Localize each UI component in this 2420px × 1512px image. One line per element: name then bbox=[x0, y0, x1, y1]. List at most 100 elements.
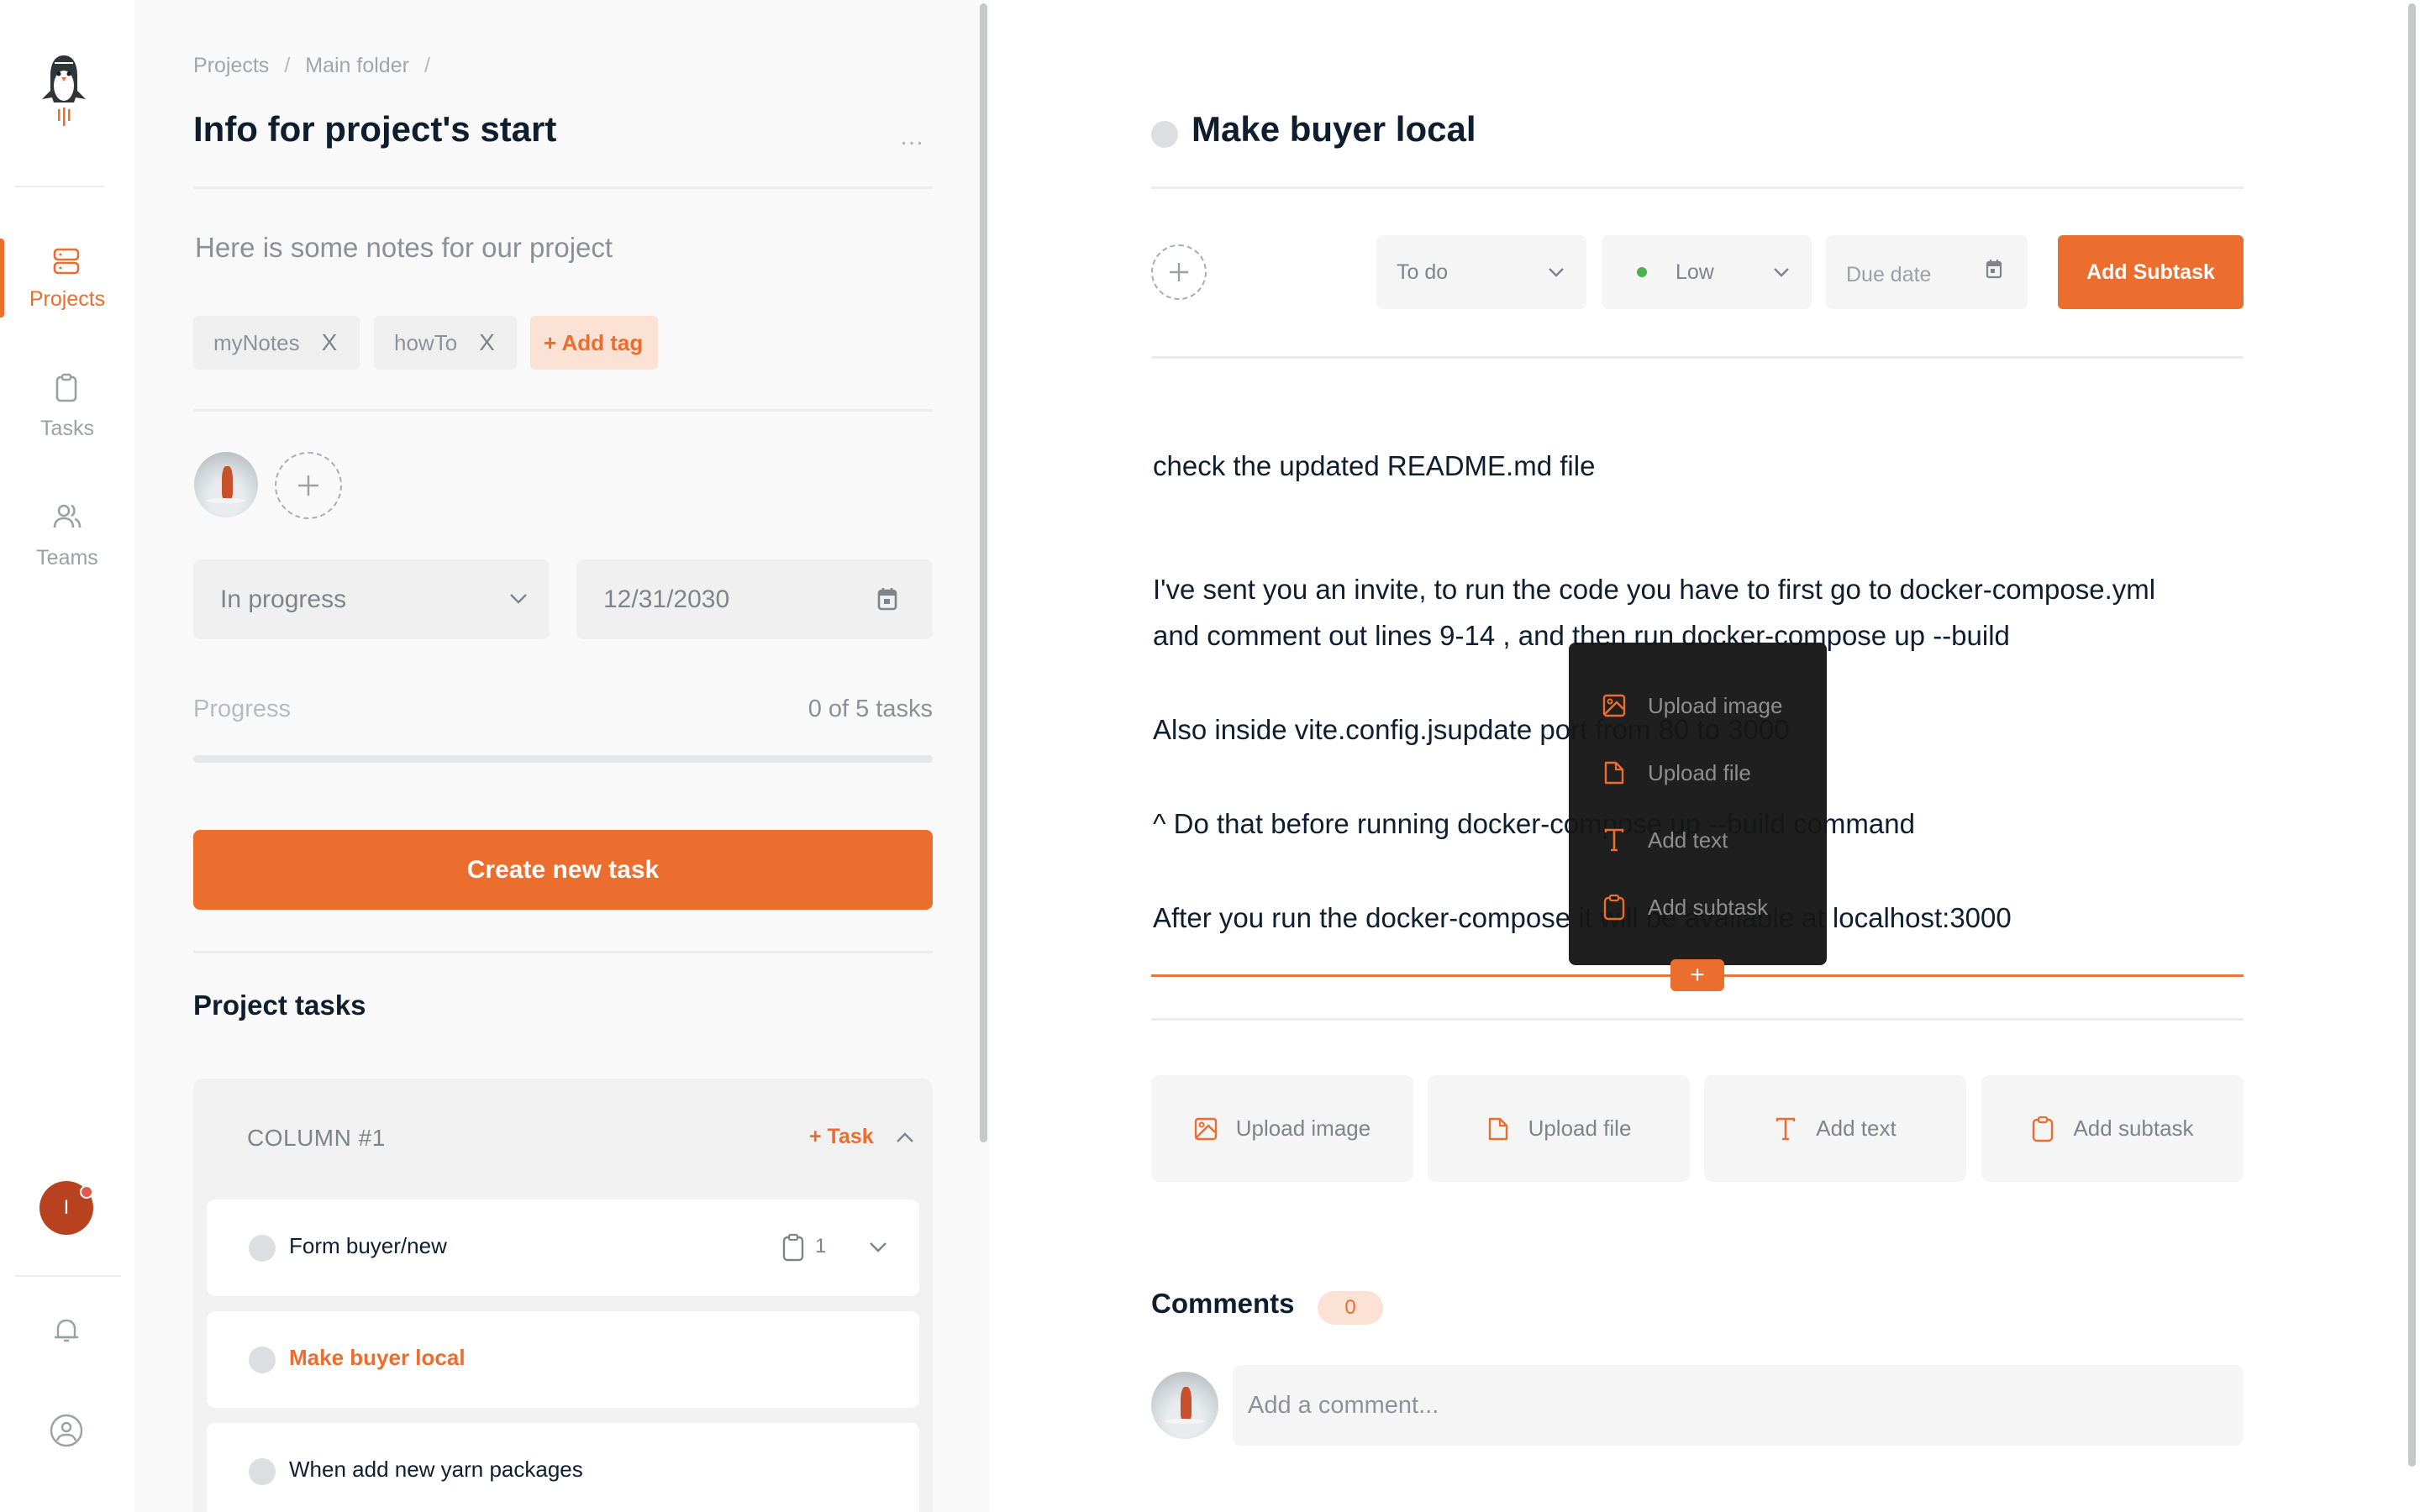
progress-count: 0 of 5 tasks bbox=[808, 696, 933, 722]
breadcrumb-separator: / bbox=[424, 54, 430, 77]
subtask-count: 1 bbox=[815, 1235, 827, 1257]
tag-howto: howTo X bbox=[374, 316, 517, 370]
divider bbox=[1151, 356, 2244, 359]
chevron-down-icon[interactable] bbox=[869, 1242, 887, 1253]
task-status-dot[interactable] bbox=[249, 1235, 276, 1262]
plus-icon bbox=[298, 475, 318, 496]
add-subtask-button[interactable]: Add Subtask bbox=[2058, 235, 2244, 309]
sidebar-item-teams[interactable]: Teams bbox=[0, 499, 134, 580]
divider bbox=[1151, 1018, 2244, 1021]
comments-heading: Comments bbox=[1151, 1288, 1295, 1319]
progress-label: Progress bbox=[193, 696, 292, 722]
project-title: Info for project's start bbox=[193, 109, 557, 149]
tag-label: howTo bbox=[394, 329, 458, 355]
more-options-button[interactable]: … bbox=[899, 123, 925, 151]
upload-image-button[interactable]: Upload image bbox=[1151, 1075, 1413, 1182]
task-status-dot[interactable] bbox=[249, 1458, 276, 1485]
file-icon bbox=[1488, 1117, 1507, 1140]
menu-item-add-subtask[interactable]: Add subtask bbox=[1602, 886, 1768, 928]
menu-item-label: Add text bbox=[1648, 827, 1728, 853]
text-icon bbox=[1776, 1117, 1796, 1140]
image-icon bbox=[1194, 1117, 1217, 1140]
status-value: In progress bbox=[220, 585, 347, 613]
user-initial: I bbox=[63, 1196, 70, 1219]
task-name: Make buyer local bbox=[289, 1345, 466, 1370]
column-title: COLUMN #1 bbox=[247, 1125, 386, 1151]
task-panel-scrollbar[interactable] bbox=[2408, 3, 2416, 1467]
content-text-block[interactable]: check the updated README.md file bbox=[1153, 450, 1595, 482]
tag-mynotes: myNotes X bbox=[193, 316, 360, 370]
add-text-button[interactable]: Add text bbox=[1704, 1075, 1966, 1182]
content-text-block[interactable]: I've sent you an invite, to run the code… bbox=[1153, 574, 2155, 606]
comments-count-badge: 0 bbox=[1318, 1291, 1383, 1325]
users-icon bbox=[53, 504, 82, 528]
member-avatar[interactable] bbox=[194, 452, 258, 517]
action-label: Upload file bbox=[1528, 1116, 1632, 1141]
insert-block-button[interactable]: + bbox=[1670, 959, 1724, 991]
task-card[interactable]: Form buyer/new 1 bbox=[207, 1200, 919, 1296]
clipboard-icon bbox=[55, 373, 77, 402]
add-assignee-button[interactable] bbox=[1151, 244, 1207, 300]
progress-bar bbox=[193, 755, 933, 763]
action-label: Add text bbox=[1816, 1116, 1897, 1141]
breadcrumb-separator: / bbox=[284, 54, 291, 77]
sidebar-item-label: Tasks bbox=[40, 417, 94, 440]
project-status-select[interactable]: In progress bbox=[193, 559, 550, 639]
add-subtask-card-button[interactable]: Add subtask bbox=[1981, 1075, 2244, 1182]
sidebar-item-tasks[interactable]: Tasks bbox=[0, 370, 134, 450]
project-due-date-field[interactable]: 12/31/2030 bbox=[576, 559, 933, 639]
task-status-select[interactable]: To do bbox=[1376, 235, 1586, 309]
comment-input[interactable] bbox=[1233, 1365, 2244, 1446]
breadcrumb-projects[interactable]: Projects bbox=[193, 54, 269, 77]
remove-tag-icon[interactable]: X bbox=[479, 329, 495, 356]
file-icon bbox=[1604, 761, 1624, 785]
tag-label: myNotes bbox=[213, 329, 300, 355]
breadcrumb-main-folder[interactable]: Main folder bbox=[305, 54, 409, 77]
due-date-value: 12/31/2030 bbox=[603, 585, 730, 613]
bell-icon[interactable] bbox=[52, 1316, 81, 1345]
menu-item-label: Upload image bbox=[1648, 692, 1783, 718]
action-label: Add subtask bbox=[2073, 1116, 2194, 1141]
menu-item-upload-image[interactable]: Upload image bbox=[1602, 685, 1782, 727]
action-label: Upload image bbox=[1235, 1116, 1371, 1141]
upload-file-button[interactable]: Upload file bbox=[1428, 1075, 1690, 1182]
task-name: When add new yarn packages bbox=[289, 1457, 583, 1482]
task-name: Form buyer/new bbox=[289, 1233, 447, 1258]
menu-item-add-text[interactable]: Add text bbox=[1602, 819, 1728, 861]
create-new-task-button[interactable]: Create new task bbox=[193, 830, 933, 910]
remove-tag-icon[interactable]: X bbox=[322, 329, 338, 356]
chevron-up-icon[interactable] bbox=[896, 1131, 914, 1143]
sidebar-divider bbox=[15, 186, 104, 187]
task-status-dot[interactable] bbox=[249, 1347, 276, 1373]
task-status-value: To do bbox=[1397, 260, 1449, 284]
commenter-avatar bbox=[1151, 1372, 1218, 1439]
menu-item-label: Upload file bbox=[1648, 759, 1751, 785]
server-stack-icon bbox=[53, 248, 80, 275]
chevron-down-icon bbox=[1774, 268, 1789, 277]
add-member-button[interactable] bbox=[275, 452, 342, 519]
add-task-button[interactable]: + Task bbox=[809, 1125, 874, 1149]
penguin-rocket-logo[interactable] bbox=[39, 50, 89, 138]
notification-dot bbox=[80, 1185, 93, 1199]
sidebar-item-projects[interactable]: Projects bbox=[0, 239, 134, 319]
divider bbox=[1151, 186, 2244, 189]
sidebar-item-label: Teams bbox=[36, 546, 98, 570]
sidebar-item-label: Projects bbox=[29, 287, 106, 311]
task-status-dot[interactable] bbox=[1151, 121, 1178, 148]
task-card-active[interactable]: Make buyer local bbox=[207, 1311, 919, 1408]
chevron-down-icon bbox=[1549, 268, 1564, 277]
task-priority-select[interactable]: Low bbox=[1602, 235, 1812, 309]
clipboard-icon bbox=[782, 1233, 804, 1262]
task-card[interactable]: When add new yarn packages bbox=[207, 1423, 919, 1512]
task-due-date-field[interactable]: Due date bbox=[1826, 235, 2028, 309]
project-notes[interactable]: Here is some notes for our project bbox=[195, 232, 613, 264]
menu-item-upload-file[interactable]: Upload file bbox=[1602, 752, 1751, 794]
insert-menu: Upload image Upload file Add text Add su… bbox=[1569, 643, 1827, 965]
clipboard-icon bbox=[2033, 1116, 2054, 1142]
task-title[interactable]: Make buyer local bbox=[1192, 109, 1476, 150]
divider bbox=[193, 186, 933, 189]
sidebar-divider bbox=[15, 1275, 121, 1277]
project-panel-scrollbar[interactable] bbox=[980, 3, 987, 1142]
user-circle-icon[interactable] bbox=[50, 1414, 83, 1447]
add-tag-button[interactable]: + Add tag bbox=[530, 316, 658, 370]
